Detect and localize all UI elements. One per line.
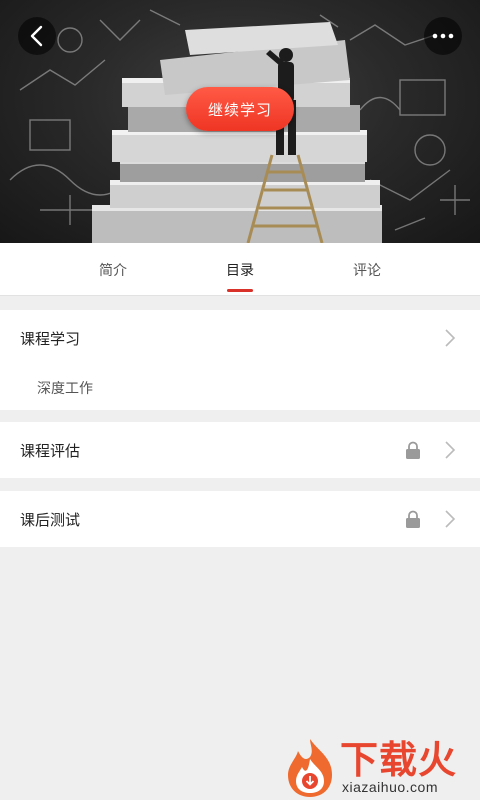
lock-icon <box>406 441 420 459</box>
section-header-course-study[interactable]: 课程学习 <box>0 310 480 366</box>
section-course-evaluation: 课程评估 <box>0 422 480 478</box>
section-header-post-test[interactable]: 课后测试 <box>0 491 480 547</box>
chevron-right-icon <box>445 329 456 347</box>
flame-logo-icon <box>288 739 332 797</box>
tab-bar: 简介 目录 评论 <box>0 243 480 296</box>
section-title: 课后测试 <box>20 510 81 529</box>
lesson-label: 深度工作 <box>37 381 93 397</box>
tab-comments[interactable]: 评论 <box>322 243 412 296</box>
lesson-item-deep-work[interactable]: 深度工作 <box>0 366 480 410</box>
section-post-test: 课后测试 <box>0 491 480 547</box>
more-dots-icon <box>432 33 454 39</box>
section-title: 课程评估 <box>20 441 81 460</box>
watermark-url: xiazaihuo.com <box>342 779 438 795</box>
active-tab-indicator <box>227 289 253 292</box>
lock-icon <box>406 510 420 528</box>
course-cover: 继续学习 <box>0 0 480 243</box>
chevron-right-icon <box>445 510 456 528</box>
back-button[interactable] <box>18 17 56 55</box>
watermark-logo: 下载火 xiazaihuo.com <box>282 735 480 800</box>
watermark-title: 下载火 <box>340 738 458 782</box>
chevron-right-icon <box>445 441 456 459</box>
tab-intro[interactable]: 简介 <box>68 243 158 296</box>
section-course-study: 课程学习 深度工作 <box>0 310 480 410</box>
section-title: 课程学习 <box>20 329 81 348</box>
continue-learning-button[interactable]: 继续学习 <box>186 87 294 131</box>
chevron-left-icon <box>30 25 43 47</box>
more-button[interactable] <box>424 17 462 55</box>
section-header-course-evaluation[interactable]: 课程评估 <box>0 422 480 478</box>
